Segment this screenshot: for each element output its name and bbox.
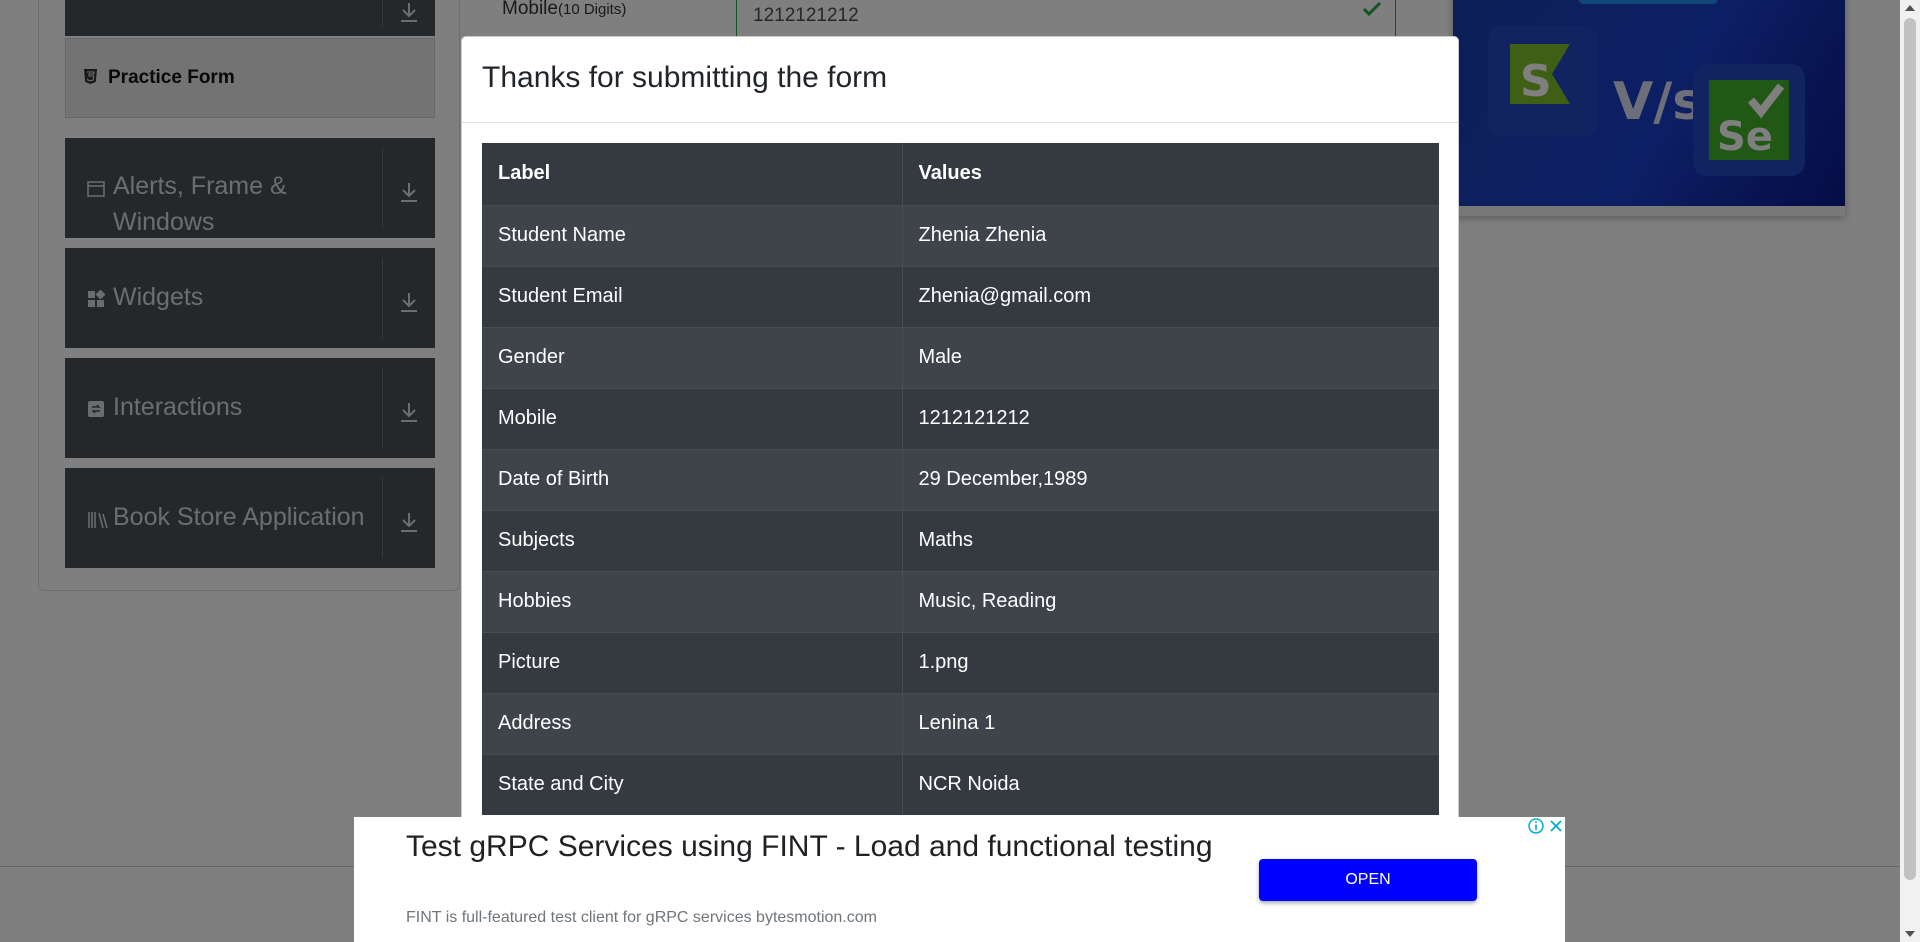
row-value: 1.png — [902, 631, 1439, 693]
table-row: Subjects Maths — [482, 509, 1439, 571]
scrollbar-thumb[interactable] — [1904, 18, 1916, 880]
row-label: Picture — [482, 631, 903, 693]
bottom-ad[interactable]: Test gRPC Services using FINT - Load and… — [354, 817, 1565, 942]
row-value: Lenina 1 — [902, 692, 1439, 754]
table-row: Student Name Zhenia Zhenia — [482, 204, 1439, 266]
column-header-values: Values — [902, 143, 1439, 205]
ad-description[interactable]: FINT is full-featured test client for gR… — [406, 909, 877, 927]
ad-open-button[interactable]: OPEN — [1259, 859, 1477, 901]
row-value: Male — [902, 326, 1439, 388]
row-label: Mobile — [482, 387, 903, 449]
info-icon[interactable] — [1527, 817, 1545, 835]
submission-modal: Thanks for submitting the form Label Val… — [461, 36, 1459, 866]
modal-header: Thanks for submitting the form — [462, 37, 1458, 123]
row-label: Student Name — [482, 204, 903, 266]
page-scrollbar[interactable] — [1900, 0, 1920, 942]
table-row: Date of Birth 29 December,1989 — [482, 448, 1439, 510]
row-value: Music, Reading — [902, 570, 1439, 632]
row-value: Maths — [902, 509, 1439, 571]
table-row: Picture 1.png — [482, 631, 1439, 693]
row-value: Zhenia Zhenia — [902, 204, 1439, 266]
table-header-row: Label Values — [482, 143, 1439, 205]
table-row: Hobbies Music, Reading — [482, 570, 1439, 632]
column-header-label: Label — [482, 143, 903, 205]
submission-table: Label Values Student Name Zhenia Zhenia S… — [482, 143, 1439, 815]
scroll-up-arrow[interactable] — [1905, 5, 1915, 11]
close-icon[interactable] — [1547, 817, 1565, 835]
row-label: State and City — [482, 753, 903, 815]
row-value: Zhenia@gmail.com — [902, 265, 1439, 327]
ad-title[interactable]: Test gRPC Services using FINT - Load and… — [406, 827, 1246, 867]
row-value: 1212121212 — [902, 387, 1439, 449]
table-row: Gender Male — [482, 326, 1439, 388]
row-label: Subjects — [482, 509, 903, 571]
row-value: NCR Noida — [902, 753, 1439, 815]
row-value: 29 December,1989 — [902, 448, 1439, 510]
table-row: State and City NCR Noida — [482, 753, 1439, 815]
row-label: Date of Birth — [482, 448, 903, 510]
table-row: Student Email Zhenia@gmail.com — [482, 265, 1439, 327]
row-label: Address — [482, 692, 903, 754]
table-row: Address Lenina 1 — [482, 692, 1439, 754]
row-label: Student Email — [482, 265, 903, 327]
row-label: Gender — [482, 326, 903, 388]
scroll-down-arrow[interactable] — [1905, 931, 1915, 937]
table-row: Mobile 1212121212 — [482, 387, 1439, 449]
modal-title: Thanks for submitting the form — [482, 61, 888, 94]
row-label: Hobbies — [482, 570, 903, 632]
